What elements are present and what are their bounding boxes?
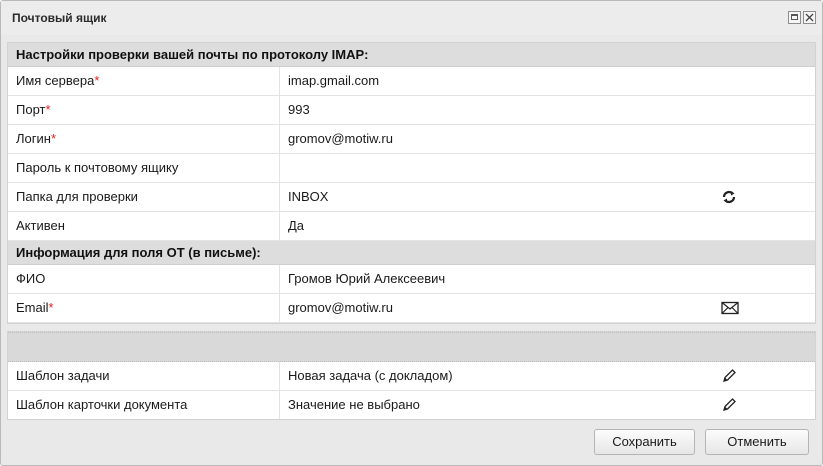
password-label: Пароль к почтовому ящику xyxy=(16,160,179,175)
refresh-icon[interactable] xyxy=(721,189,737,205)
pencil-icon[interactable] xyxy=(721,397,737,413)
server-name-value[interactable]: imap.gmail.com xyxy=(288,67,379,95)
email-label: Email* xyxy=(16,300,54,315)
email-row[interactable]: Email* gromov@motiw.ru xyxy=(8,294,815,323)
folder-label: Папка для проверки xyxy=(16,189,138,204)
server-name-label: Имя сервера* xyxy=(16,73,100,88)
document-template-row[interactable]: Шаблон карточки документа Значение не вы… xyxy=(8,391,815,419)
fullname-row[interactable]: ФИО Громов Юрий Алексеевич xyxy=(8,265,815,294)
port-value[interactable]: 993 xyxy=(288,96,310,124)
login-row[interactable]: Логин* gromov@motiw.ru xyxy=(8,125,815,154)
port-label: Порт* xyxy=(16,102,51,117)
section-divider xyxy=(8,332,815,362)
active-row[interactable]: Активен Да xyxy=(8,212,815,241)
cancel-button[interactable]: Отменить xyxy=(705,429,809,455)
mailbox-dialog: Почтовый ящик Настройки проверки вашей п… xyxy=(0,0,823,466)
fullname-label: ФИО xyxy=(16,271,46,286)
server-name-row[interactable]: Имя сервера* imap.gmail.com xyxy=(8,67,815,96)
dialog-title: Почтовый ящик xyxy=(12,11,107,25)
active-label: Активен xyxy=(16,218,65,233)
folder-value[interactable]: INBOX xyxy=(288,183,328,211)
port-row[interactable]: Порт* 993 xyxy=(8,96,815,125)
pencil-icon[interactable] xyxy=(721,368,737,384)
document-template-value[interactable]: Значение не выбрано xyxy=(288,391,420,419)
envelope-icon[interactable] xyxy=(721,300,739,316)
from-section-header: Информация для поля ОТ (в письме): xyxy=(8,241,815,265)
active-value[interactable]: Да xyxy=(288,212,304,240)
fullname-value[interactable]: Громов Юрий Алексеевич xyxy=(288,265,445,293)
password-row[interactable]: Пароль к почтовому ящику xyxy=(8,154,815,183)
login-label: Логин* xyxy=(16,131,57,146)
maximize-icon[interactable] xyxy=(788,11,801,24)
settings-panel: Настройки проверки вашей почты по проток… xyxy=(7,42,816,324)
save-button[interactable]: Сохранить xyxy=(594,429,695,455)
dialog-titlebar: Почтовый ящик xyxy=(1,1,822,35)
login-value[interactable]: gromov@motiw.ru xyxy=(288,125,393,153)
task-template-row[interactable]: Шаблон задачи Новая задача (с докладом) xyxy=(8,362,815,391)
task-template-value[interactable]: Новая задача (с докладом) xyxy=(288,362,453,390)
close-icon[interactable] xyxy=(803,11,816,24)
task-template-label: Шаблон задачи xyxy=(16,368,110,383)
templates-panel: Шаблон задачи Новая задача (с докладом) … xyxy=(7,331,816,420)
email-value[interactable]: gromov@motiw.ru xyxy=(288,294,393,322)
document-template-label: Шаблон карточки документа xyxy=(16,397,188,412)
folder-row[interactable]: Папка для проверки INBOX xyxy=(8,183,815,212)
imap-section-header: Настройки проверки вашей почты по проток… xyxy=(8,43,815,67)
